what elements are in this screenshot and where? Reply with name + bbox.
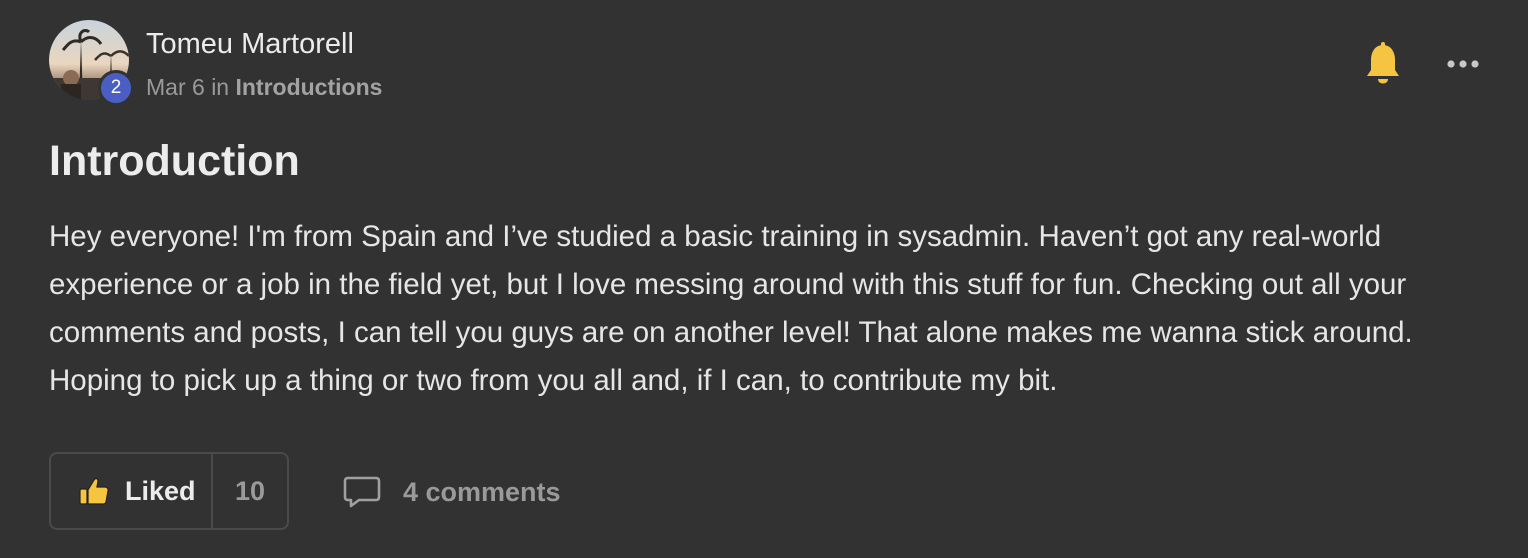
- level-badge: 2: [98, 70, 134, 106]
- thumbs-up-icon: [79, 478, 109, 505]
- author-name[interactable]: Tomeu Martorell: [146, 26, 354, 62]
- like-button[interactable]: Liked: [51, 454, 213, 528]
- post-meta: Mar 6 in Introductions: [146, 72, 382, 102]
- comment-bubble-icon: [343, 476, 381, 508]
- post-card: 2 Tomeu Martorell Mar 6 in Introductions…: [0, 0, 1528, 558]
- like-label: Liked: [125, 475, 196, 506]
- bell-icon[interactable]: [1364, 42, 1402, 88]
- like-count[interactable]: 10: [213, 454, 287, 528]
- category-link[interactable]: Introductions: [235, 74, 382, 100]
- comments-button[interactable]: 4 comments: [343, 470, 561, 514]
- in-label: in: [211, 74, 230, 100]
- post-body: Hey everyone! I'm from Spain and I’ve st…: [49, 220, 1413, 397]
- post-title[interactable]: Introduction: [49, 134, 300, 188]
- post-date[interactable]: Mar 6: [146, 74, 205, 100]
- avatar-container[interactable]: 2: [49, 20, 134, 106]
- more-horizontal-icon[interactable]: [1443, 52, 1483, 76]
- comments-label: 4 comments: [403, 476, 561, 507]
- like-control: Liked 10: [49, 452, 289, 530]
